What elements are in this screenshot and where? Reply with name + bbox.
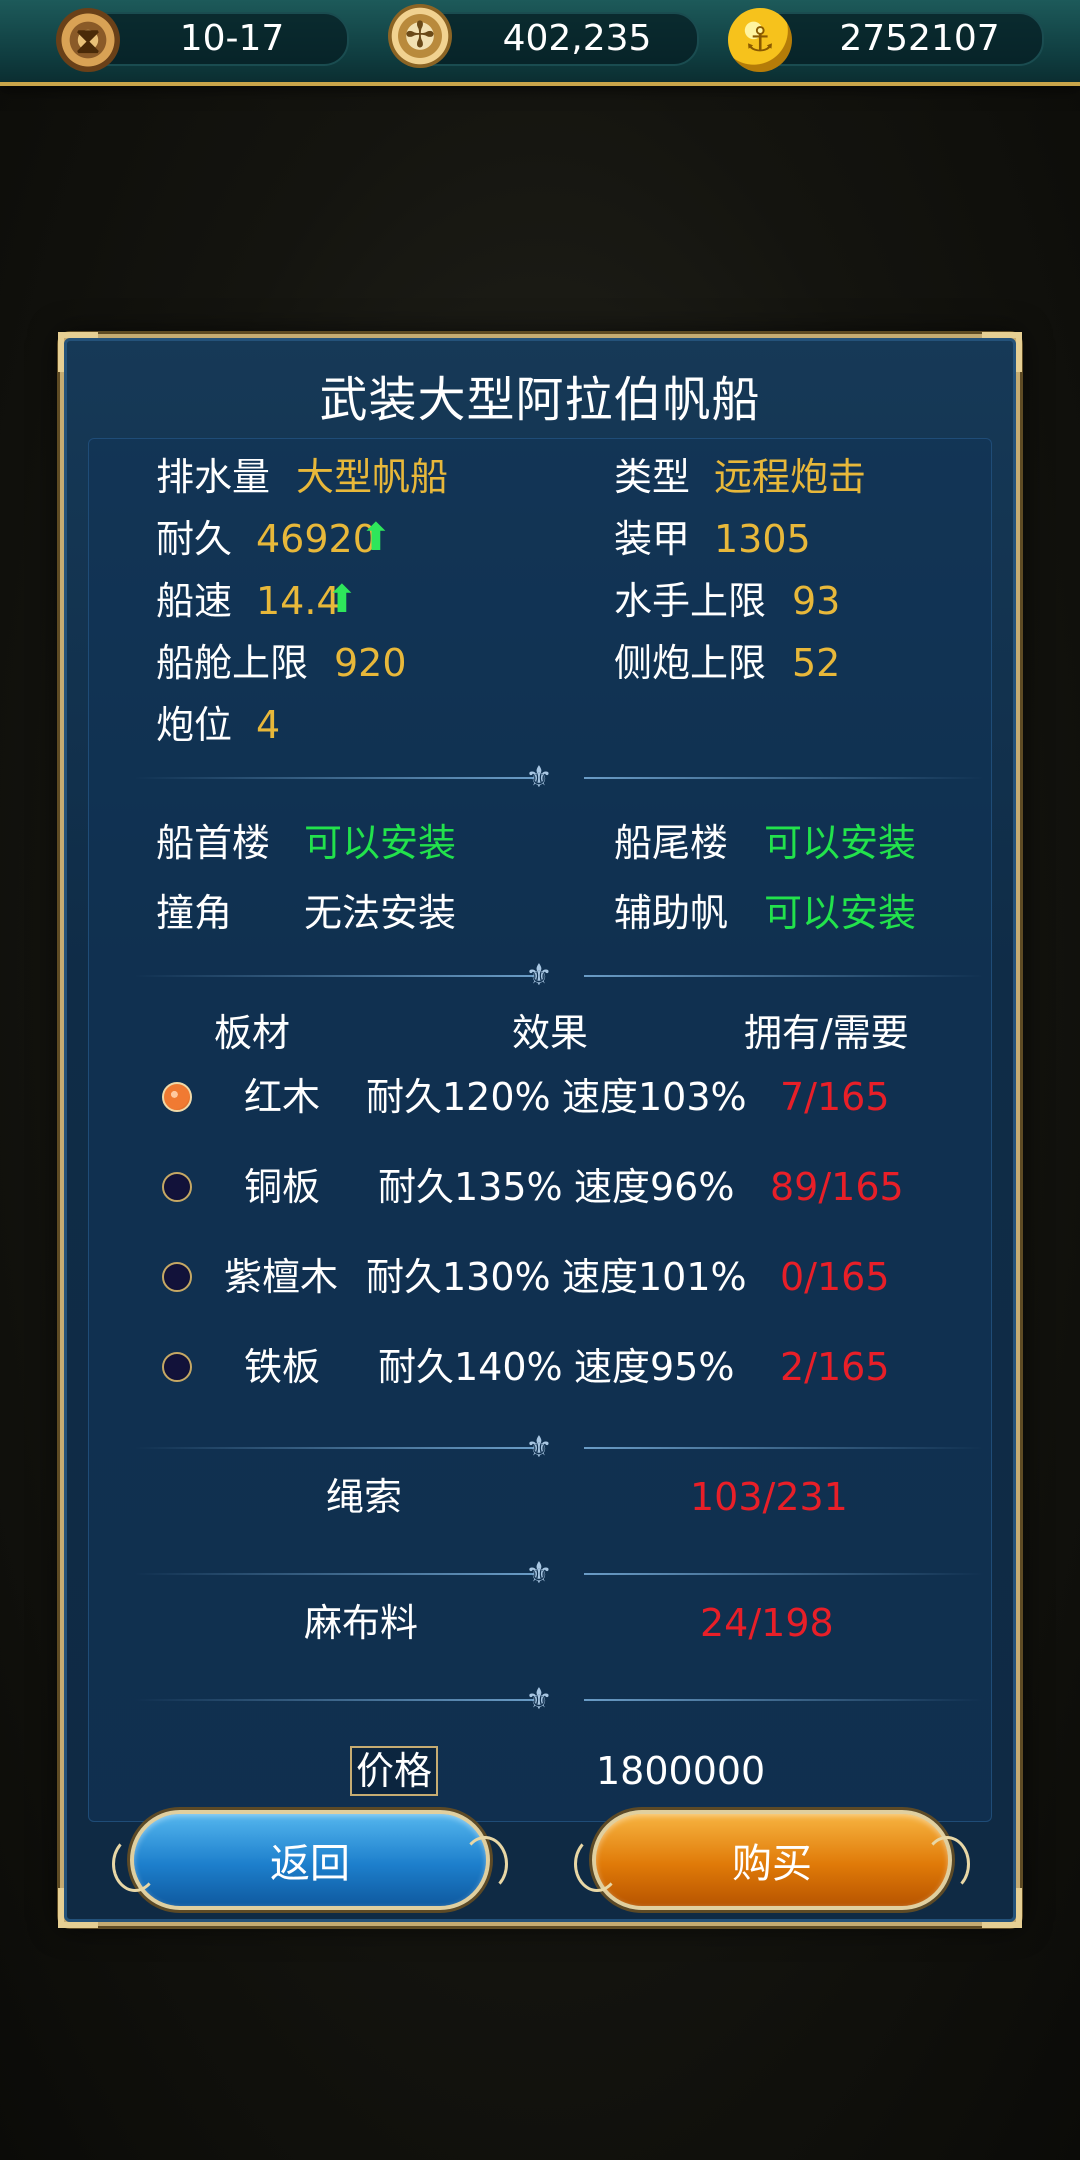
frame-corner xyxy=(58,1888,98,1928)
ram-label: 撞角 xyxy=(156,891,233,935)
rope-count: 103/231 xyxy=(690,1475,848,1519)
plank-count: 2/165 xyxy=(780,1345,890,1389)
plank-radio[interactable] xyxy=(162,1262,192,1292)
plank-header-owned: 拥有/需要 xyxy=(744,1011,909,1055)
gun-slots-label: 炮位 xyxy=(156,703,233,747)
linen-count: 24/198 xyxy=(700,1601,834,1645)
side-cannon-label: 侧炮上限 xyxy=(614,641,767,685)
speed-label: 船速 xyxy=(156,579,233,623)
section-divider: ⚜ xyxy=(94,1682,984,1717)
linen-label: 麻布料 xyxy=(304,1601,419,1645)
plank-durability: 耐久130% xyxy=(366,1255,551,1299)
aux-sail-label: 辅助帆 xyxy=(614,891,729,935)
ram-status: 无法安装 xyxy=(304,891,457,935)
ornament-icon: ⚜ xyxy=(525,760,553,795)
price-value: 1800000 xyxy=(596,1749,766,1793)
crew-value: 93 xyxy=(792,579,841,623)
compass-icon xyxy=(388,4,452,68)
frame-corner xyxy=(982,1888,1022,1928)
bow-status: 可以安装 xyxy=(304,821,457,865)
plank-speed: 速度101% xyxy=(562,1255,747,1299)
plank-name: 铜板 xyxy=(244,1165,321,1209)
resource-bar: 10-17 402,235 2752107 xyxy=(0,0,1080,86)
durability-label: 耐久 xyxy=(156,517,233,561)
plank-durability: 耐久135% xyxy=(378,1165,563,1209)
gold-coin-icon xyxy=(728,8,792,72)
plank-name: 红木 xyxy=(244,1075,321,1119)
buy-button[interactable]: 购买 xyxy=(574,1810,970,1910)
plank-radio[interactable] xyxy=(162,1082,192,1112)
plank-count: 0/165 xyxy=(780,1255,890,1299)
stern-label: 船尾楼 xyxy=(614,821,729,865)
plank-name: 紫檀木 xyxy=(224,1255,339,1299)
displacement-label: 排水量 xyxy=(156,455,271,499)
bow-label: 船首楼 xyxy=(156,821,271,865)
armor-label: 装甲 xyxy=(614,517,691,561)
up-arrow-icon: ⬆ xyxy=(326,577,358,621)
type-label: 类型 xyxy=(614,455,691,499)
cargo-value: 920 xyxy=(334,641,407,685)
section-divider: ⚜ xyxy=(94,1556,984,1591)
rope-label: 绳索 xyxy=(326,1475,403,1519)
plank-header-material: 板材 xyxy=(214,1011,291,1055)
date-value: 10-17 xyxy=(179,18,285,59)
plank-durability: 耐久140% xyxy=(378,1345,563,1389)
plank-count: 7/165 xyxy=(780,1075,890,1119)
plank-durability: 耐久120% xyxy=(366,1075,551,1119)
hourglass-icon xyxy=(56,8,120,72)
displacement-value: 大型帆船 xyxy=(296,455,449,499)
back-button[interactable]: 返回 xyxy=(112,1810,508,1910)
ornament-icon: ⚜ xyxy=(525,1430,553,1465)
ornament-icon: ⚜ xyxy=(525,1682,553,1717)
plank-speed: 速度96% xyxy=(574,1165,735,1209)
price-label: 价格 xyxy=(350,1746,439,1796)
crew-label: 水手上限 xyxy=(614,579,767,623)
durability-value: 46920 xyxy=(256,517,377,561)
up-arrow-icon: ⬆ xyxy=(360,515,392,559)
ornament-icon: ⚜ xyxy=(525,1556,553,1591)
cargo-label: 船舱上限 xyxy=(156,641,309,685)
plank-speed: 速度103% xyxy=(562,1075,747,1119)
plank-speed: 速度95% xyxy=(574,1345,735,1389)
type-value: 远程炮击 xyxy=(714,455,867,499)
ornament-icon: ⚜ xyxy=(525,958,553,993)
gun-slots-value: 4 xyxy=(256,703,281,747)
plank-radio[interactable] xyxy=(162,1352,192,1382)
plank-count: 89/165 xyxy=(770,1165,904,1209)
plank-radio[interactable] xyxy=(162,1172,192,1202)
section-divider: ⚜ xyxy=(94,958,984,993)
plank-name: 铁板 xyxy=(244,1345,321,1389)
armor-value: 1305 xyxy=(714,517,811,561)
section-divider: ⚜ xyxy=(94,760,984,795)
stern-status: 可以安装 xyxy=(764,821,917,865)
ship-title: 武装大型阿拉伯帆船 xyxy=(319,372,761,428)
gold-value: 2752107 xyxy=(839,18,1000,59)
plank-header-effect: 效果 xyxy=(512,1011,589,1055)
aux-sail-status: 可以安装 xyxy=(764,891,917,935)
ship-purchase-dialog: 武装大型阿拉伯帆船 排水量 大型帆船 类型 远程炮击 耐久 46920 ⬆ 装甲… xyxy=(58,332,1022,1928)
section-divider: ⚜ xyxy=(94,1430,984,1465)
side-cannon-value: 52 xyxy=(792,641,841,685)
compass-value: 402,235 xyxy=(502,18,652,59)
